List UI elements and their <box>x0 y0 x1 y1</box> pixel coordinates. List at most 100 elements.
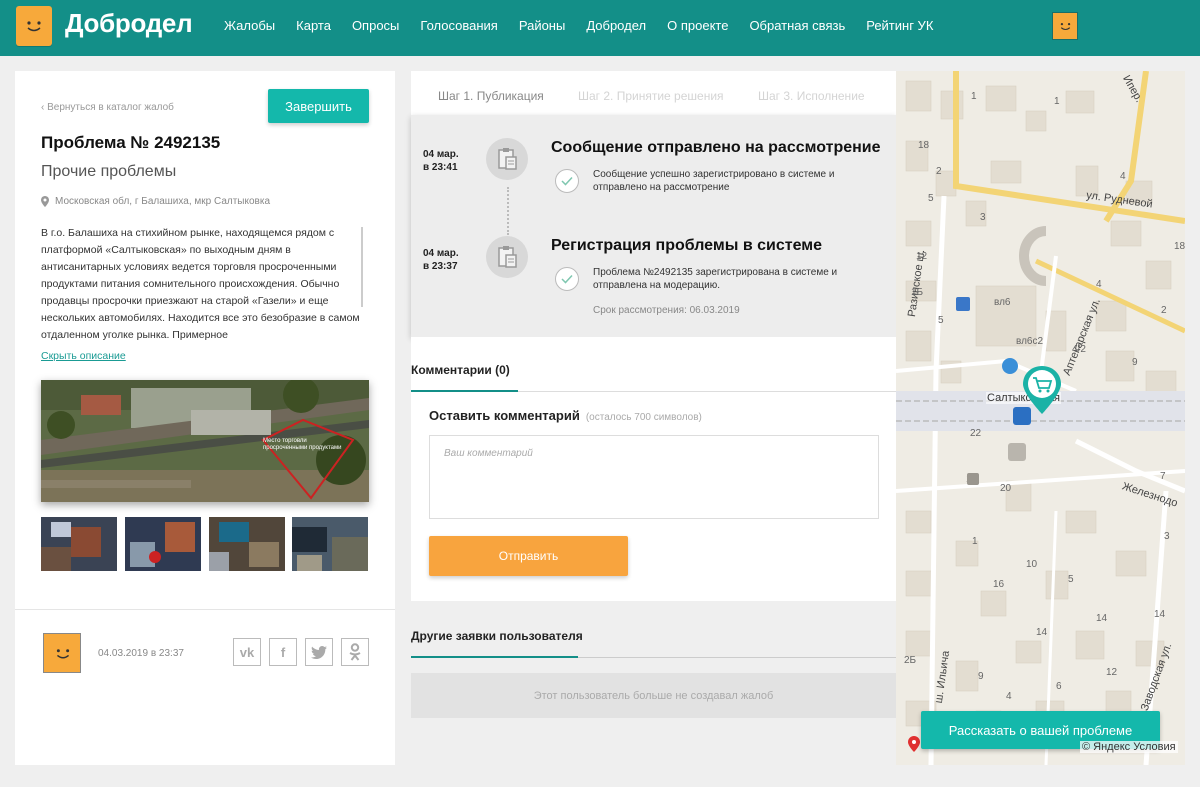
house-number: 14 <box>1154 609 1166 620</box>
place-icon[interactable] <box>1008 443 1026 461</box>
nav-about[interactable]: О проекте <box>667 18 728 33</box>
timeline-date: 04 мар. в 23:41 <box>423 148 459 174</box>
house-number: 2Б <box>904 655 917 666</box>
svg-text:просроченными продуктами: просроченными продуктами <box>263 445 342 451</box>
house-number: вл6 <box>994 297 1011 308</box>
map-pin-icon <box>908 736 920 757</box>
map-copyright[interactable]: © Яндекс Условия <box>1080 741 1178 753</box>
main-photo-satellite[interactable]: Место торговли просроченными продуктами <box>41 380 369 502</box>
nav-complaints[interactable]: Жалобы <box>224 18 275 33</box>
house-number: вл6с2 <box>1016 336 1044 347</box>
location-pin-icon <box>41 196 49 207</box>
leave-comment-heading: Оставить комментарий (осталось 700 символ… <box>429 408 702 423</box>
finish-button[interactable]: Завершить <box>268 89 369 123</box>
nav-dobrodel[interactable]: Добродел <box>586 18 646 33</box>
empty-state: Этот пользователь больше не создавал жал… <box>411 673 896 718</box>
nav-votes[interactable]: Голосования <box>420 18 497 33</box>
bus-stop-icon[interactable] <box>956 297 970 311</box>
house-number: 1 <box>1054 96 1060 107</box>
house-number: 14 <box>1096 613 1108 624</box>
leave-comment-label: Оставить комментарий <box>429 408 580 423</box>
timeline-date-day: 04 мар. <box>423 248 459 259</box>
house-number: 1Б <box>911 287 924 298</box>
problem-category: Прочие проблемы <box>41 163 177 180</box>
nav-rating[interactable]: Рейтинг УК <box>866 18 933 33</box>
house-number: 10 <box>1026 559 1038 570</box>
house-number: 1 <box>972 536 978 547</box>
house-number: 18 <box>918 140 930 151</box>
nav-map[interactable]: Карта <box>296 18 331 33</box>
house-number: 14 <box>1036 627 1048 638</box>
house-number: 12 <box>916 251 928 262</box>
house-number: 12 <box>1106 667 1118 678</box>
facebook-icon[interactable]: f <box>269 638 297 666</box>
photo-thumb[interactable] <box>125 517 201 571</box>
house-number: 4 <box>1006 691 1012 702</box>
house-number: 5 <box>928 193 934 204</box>
user-avatar[interactable] <box>1052 12 1078 40</box>
back-to-catalog-link[interactable]: ‹ Вернуться в каталог жалоб <box>41 102 174 113</box>
place-icon[interactable] <box>967 473 979 485</box>
check-icon <box>555 169 579 193</box>
house-number: 3 <box>1164 531 1170 542</box>
problem-description: В г.о. Балашиха на стихийном рынке, нахо… <box>41 227 360 341</box>
step-decision[interactable]: Шаг 2. Принятие решения <box>578 89 724 103</box>
vk-icon[interactable]: vk <box>233 638 261 666</box>
tab-comments[interactable]: Комментарии (0) <box>411 363 510 377</box>
house-number: 18 <box>1174 241 1185 252</box>
steps-bar: Шаг 1. Публикация Шаг 2. Принятие решени… <box>411 71 896 115</box>
house-number: 9 <box>978 671 984 682</box>
shop-icon[interactable] <box>1002 358 1018 374</box>
problem-map[interactable]: ул. Рудневой Разинское ш. Аптекарская ул… <box>896 71 1185 765</box>
timeline-title: Сообщение отправлено на рассмотрение <box>551 139 881 156</box>
timeline-date: 04 мар. в 23:37 <box>423 247 459 273</box>
chars-left: (осталось 700 символов) <box>585 412 702 423</box>
photo-thumb[interactable] <box>41 517 117 571</box>
active-tab-indicator <box>411 390 518 392</box>
step-publication[interactable]: Шаг 1. Публикация <box>438 89 544 103</box>
house-number: 2 <box>936 166 942 177</box>
brand-name[interactable]: Добродел <box>65 8 193 39</box>
author-avatar[interactable] <box>43 633 81 673</box>
nav-districts[interactable]: Районы <box>519 18 565 33</box>
top-header: Добродел Жалобы Карта Опросы Голосования… <box>0 0 1200 56</box>
timeline-date-time: в 23:41 <box>423 162 458 173</box>
divider <box>15 609 395 610</box>
timeline-connector <box>507 187 509 235</box>
house-number: 2 <box>1161 305 1167 316</box>
svg-text:Место торговли: Место торговли <box>263 438 307 444</box>
house-number: 4 <box>1120 171 1126 182</box>
house-number: 6 <box>1056 681 1062 692</box>
description-scrollbar[interactable] <box>361 227 363 307</box>
submit-comment-button[interactable]: Отправить <box>429 536 628 576</box>
house-number: 7 <box>1160 471 1166 482</box>
comment-input[interactable] <box>429 435 879 519</box>
logo-icon[interactable] <box>16 6 52 46</box>
house-number: 1 <box>971 91 977 102</box>
location-text: Московская обл, г Балашиха, мкр Салтыков… <box>55 196 270 207</box>
status-timeline: 04 мар. в 23:41 Сообщение отправлено на … <box>411 115 896 337</box>
odnoklassniki-icon[interactable] <box>341 638 369 666</box>
photo-thumb[interactable] <box>209 517 285 571</box>
problem-pin-icon[interactable] <box>1021 364 1063 421</box>
house-number: 4/2 <box>1072 344 1086 355</box>
twitter-icon[interactable] <box>305 638 333 666</box>
photo-thumb[interactable] <box>292 517 368 571</box>
timeline-title: Регистрация проблемы в системе <box>551 237 822 254</box>
house-number: 22 <box>970 428 982 439</box>
house-number: 9 <box>1132 357 1138 368</box>
timeline-text: Сообщение успешно зарегистрировано в сис… <box>593 169 835 193</box>
house-number: 4 <box>1096 279 1102 290</box>
tab-other-requests[interactable]: Другие заявки пользователя <box>411 629 583 643</box>
problem-panel: ‹ Вернуться в каталог жалоб Завершить Пр… <box>15 71 395 765</box>
timeline-text: Проблема №2492135 зарегистрирована в сис… <box>593 267 838 291</box>
main-nav: Жалобы Карта Опросы Голосования Районы Д… <box>224 18 954 33</box>
comments-section: Комментарии (0) Оставить комментарий (ост… <box>411 337 896 601</box>
nav-surveys[interactable]: Опросы <box>352 18 399 33</box>
step-execution[interactable]: Шаг 3. Исполнение <box>758 89 865 103</box>
house-number: 5 <box>938 315 944 326</box>
problem-title: Проблема № 2492135 <box>41 133 221 152</box>
nav-feedback[interactable]: Обратная связь <box>749 18 845 33</box>
hide-description-link[interactable]: Скрыть описание <box>41 350 126 362</box>
document-icon <box>486 138 528 180</box>
